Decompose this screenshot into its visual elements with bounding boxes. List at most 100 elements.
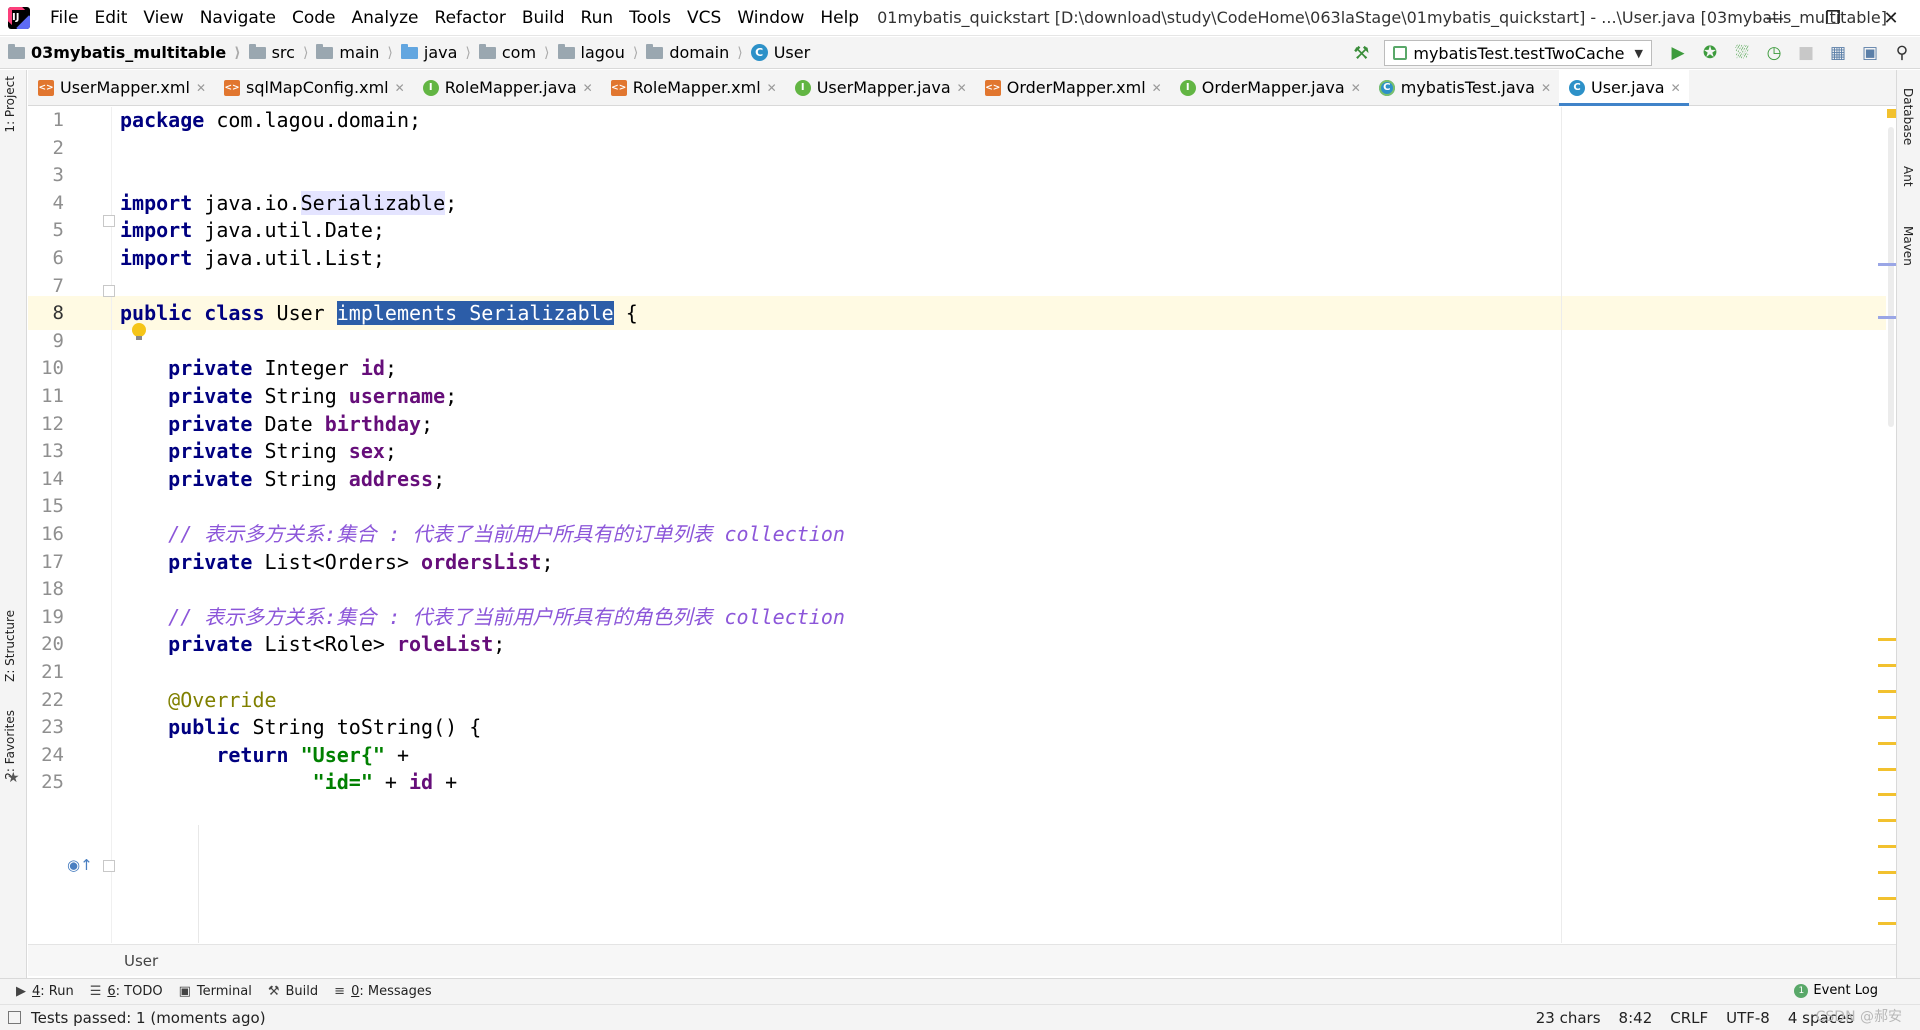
layout-icon[interactable]: ▣ <box>1856 39 1884 67</box>
file-encoding[interactable]: UTF-8 <box>1726 1009 1770 1027</box>
error-stripe-mark[interactable] <box>1878 793 1896 797</box>
xml-file-icon: <> <box>610 79 627 96</box>
breadcrumb-item-domain[interactable]: domain ⟩ <box>638 43 743 62</box>
build-hammer-icon[interactable]: ⚒ <box>1350 42 1372 64</box>
build-icon: ⚒ <box>267 984 280 999</box>
error-stripe-mark[interactable] <box>1878 664 1896 668</box>
chevron-down-icon: ▼ <box>1634 46 1643 60</box>
profile-icon[interactable]: ◷ <box>1760 39 1788 67</box>
tool-window-terminal[interactable]: ▣ Terminal <box>179 984 252 999</box>
close-tab-icon[interactable]: ✕ <box>395 81 405 95</box>
menu-file[interactable]: File <box>42 8 86 28</box>
project-structure-icon[interactable]: ▦ <box>1824 39 1852 67</box>
error-stripe-mark[interactable] <box>1878 715 1896 719</box>
warning-indicator-icon[interactable] <box>1887 109 1896 118</box>
close-tab-icon[interactable]: ✕ <box>957 81 967 95</box>
error-stripe-mark[interactable] <box>1878 870 1896 874</box>
error-stripe-mark[interactable] <box>1878 767 1896 771</box>
error-stripe-mark[interactable] <box>1878 896 1896 900</box>
menu-build[interactable]: Build <box>514 8 573 28</box>
breadcrumb-item-main[interactable]: main ⟩ <box>308 43 393 62</box>
search-everywhere-icon[interactable]: ⚲ <box>1888 39 1916 67</box>
status-message[interactable]: Tests passed: 1 (moments ago) <box>31 1009 266 1027</box>
folder-icon <box>557 43 575 59</box>
stop-icon[interactable]: ■ <box>1792 39 1820 67</box>
code-text: ; <box>445 384 458 408</box>
close-window-button[interactable]: ✕ <box>1862 0 1920 36</box>
caret-position[interactable]: 8:42 <box>1619 1009 1653 1027</box>
maven-tool-tab[interactable]: Maven <box>1901 226 1915 266</box>
breadcrumb-item-src[interactable]: src ⟩ <box>241 43 308 62</box>
structure-tool-tab[interactable]: Z: Structure <box>3 610 17 682</box>
menu-window[interactable]: Window <box>729 8 812 28</box>
code-editor[interactable]: package com.lagou.domain; import java.io.… <box>112 107 1886 943</box>
tab-sqlmapconfig-xml[interactable]: <> sqlMapConfig.xml ✕ <box>214 70 413 105</box>
menu-refactor[interactable]: Refactor <box>427 8 514 28</box>
tab-mybatistest-java[interactable]: CmybatisTest.java ✕ <box>1369 70 1559 105</box>
tab-usermapper-java[interactable]: I UserMapper.java ✕ <box>785 70 975 105</box>
scrollbar-thumb[interactable] <box>1888 127 1894 427</box>
error-stripe-mark[interactable] <box>1878 845 1896 848</box>
fold-marker-icon[interactable] <box>103 215 115 227</box>
fold-marker-icon[interactable] <box>103 285 115 297</box>
error-stripe[interactable] <box>1886 107 1896 943</box>
ant-tool-tab[interactable]: Ant <box>1901 166 1915 187</box>
menu-view[interactable]: View <box>135 8 191 28</box>
breadcrumb-item-lagou[interactable]: lagou ⟩ <box>550 43 638 62</box>
tab-ordermapper-xml[interactable]: <> OrderMapper.xml ✕ <box>975 70 1170 105</box>
tab-rolemapper-java[interactable]: I RoleMapper.java ✕ <box>413 70 601 105</box>
menu-edit[interactable]: Edit <box>86 8 135 28</box>
menu-help[interactable]: Help <box>812 8 867 28</box>
close-tab-icon[interactable]: ✕ <box>196 81 206 95</box>
error-stripe-mark[interactable] <box>1878 316 1896 320</box>
coverage-icon[interactable]: ⛆ <box>1728 39 1756 67</box>
menu-run[interactable]: Run <box>573 8 622 28</box>
menu-code[interactable]: Code <box>284 8 344 28</box>
restore-button[interactable]: ❐ <box>1804 0 1862 36</box>
line-separator[interactable]: CRLF <box>1670 1009 1708 1027</box>
tool-window-run[interactable]: ▶ 4: Run <box>16 984 74 999</box>
tab-usermapper-xml[interactable]: <> UserMapper.xml ✕ <box>28 70 214 105</box>
event-log-button[interactable]: 1 Event Log <box>1794 983 1878 998</box>
tool-windows-toggle-icon[interactable] <box>8 1011 21 1024</box>
tab-rolemapper-xml[interactable]: <> RoleMapper.xml ✕ <box>601 70 785 105</box>
tool-window-todo[interactable]: ☰ 6: TODO <box>90 984 163 999</box>
breadcrumb-project[interactable]: 03mybatis_multitable ⟩ <box>0 43 241 62</box>
close-tab-icon[interactable]: ✕ <box>583 81 593 95</box>
error-stripe-mark[interactable] <box>1878 690 1896 694</box>
tab-ordermapper-java[interactable]: I OrderMapper.java ✕ <box>1170 70 1369 105</box>
error-stripe-mark[interactable] <box>1878 263 1896 267</box>
error-stripe-mark[interactable] <box>1878 922 1896 926</box>
code-token-fld: id <box>360 356 385 380</box>
project-tool-tab[interactable]: 1: Project <box>3 76 17 133</box>
error-stripe-mark[interactable] <box>1878 741 1896 745</box>
error-stripe-mark[interactable] <box>1878 638 1896 642</box>
close-tab-icon[interactable]: ✕ <box>1671 81 1681 95</box>
close-tab-icon[interactable]: ✕ <box>1152 81 1162 95</box>
tool-window-build[interactable]: ⚒ Build <box>268 984 318 999</box>
menu-vcs[interactable]: VCS <box>679 8 729 28</box>
menu-analyze[interactable]: Analyze <box>344 8 427 28</box>
breadcrumb-item-user[interactable]: C User <box>743 43 810 62</box>
editor-breadcrumb-item[interactable]: User <box>124 952 158 970</box>
lightbulb-icon[interactable] <box>132 323 146 340</box>
run-icon[interactable]: ▶ <box>1664 39 1692 67</box>
close-tab-icon[interactable]: ✕ <box>1541 81 1551 95</box>
tool-window-messages[interactable]: ≡ 0: Messages <box>334 984 431 999</box>
minimize-button[interactable]: — <box>1746 0 1804 36</box>
menu-navigate[interactable]: Navigate <box>192 8 284 28</box>
debug-icon[interactable]: ✪ <box>1696 39 1724 67</box>
database-tool-tab[interactable]: Database <box>1901 88 1915 145</box>
fold-marker-icon[interactable] <box>103 860 115 872</box>
tab-user-java[interactable]: C User.java ✕ <box>1559 70 1689 106</box>
breadcrumb-item-java[interactable]: java ⟩ <box>393 43 471 62</box>
close-tab-icon[interactable]: ✕ <box>1351 81 1361 95</box>
tab-label: RoleMapper.xml <box>632 78 761 97</box>
menu-tools[interactable]: Tools <box>621 8 679 28</box>
override-method-icon[interactable]: ◉↑ <box>67 856 93 874</box>
close-tab-icon[interactable]: ✕ <box>767 81 777 95</box>
error-stripe-mark[interactable] <box>1878 819 1896 823</box>
breadcrumb-item-com[interactable]: com ⟩ <box>471 43 550 62</box>
run-configuration-select[interactable]: mybatisTest.testTwoCache ▼ <box>1384 40 1652 66</box>
